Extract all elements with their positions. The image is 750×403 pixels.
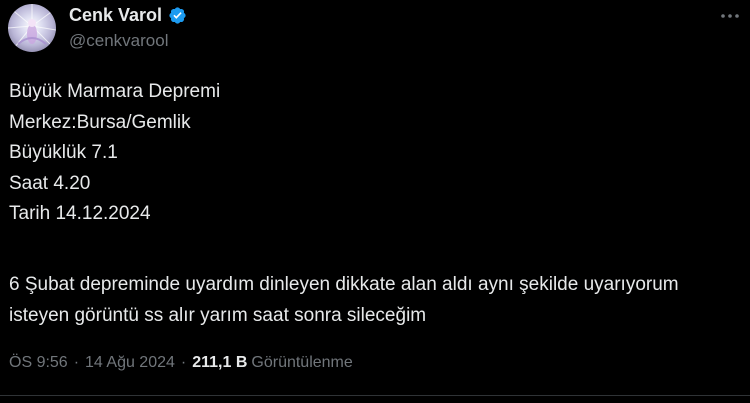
- tweet-date[interactable]: 14 Ağu 2024: [85, 354, 175, 372]
- tweet-time[interactable]: ÖS 9:56: [9, 354, 68, 372]
- avatar[interactable]: [8, 4, 56, 52]
- divider: [0, 395, 750, 396]
- more-options-icon[interactable]: [718, 6, 742, 26]
- tweet-line: Büyüklük 7.1: [9, 142, 118, 163]
- tweet-line: Saat 4.20: [9, 172, 91, 194]
- author-name-row: Cenk Varol: [69, 5, 187, 26]
- views-count: 211,1 B: [192, 354, 248, 371]
- tweet-card: Cenk Varol @cenkvarool Büyük Marmara Dep…: [0, 0, 750, 403]
- tweet-paragraph: 6 Şubat depreminde uyardım dinleyen dikk…: [9, 274, 679, 326]
- avatar-image: [8, 4, 56, 52]
- author-display-name[interactable]: Cenk Varol: [69, 5, 162, 26]
- tweet-line: Tarih 14.12.2024: [9, 203, 151, 224]
- tweet-meta: ÖS 9:56 · 14 Ağu 2024 · 211,1 B Görüntül…: [9, 354, 353, 372]
- author-handle[interactable]: @cenkvarool: [69, 31, 168, 51]
- views-label: Görüntülenme: [251, 354, 353, 371]
- verified-badge-icon: [168, 6, 187, 25]
- tweet-line: Büyük Marmara Depremi: [9, 81, 221, 102]
- meta-separator: ·: [73, 354, 80, 371]
- tweet-text-lines: Büyük Marmara Depremi Merkez:Bursa/Gemli…: [9, 77, 220, 230]
- meta-separator: ·: [180, 354, 187, 371]
- tweet-line: Merkez:Bursa/Gemlik: [9, 111, 191, 133]
